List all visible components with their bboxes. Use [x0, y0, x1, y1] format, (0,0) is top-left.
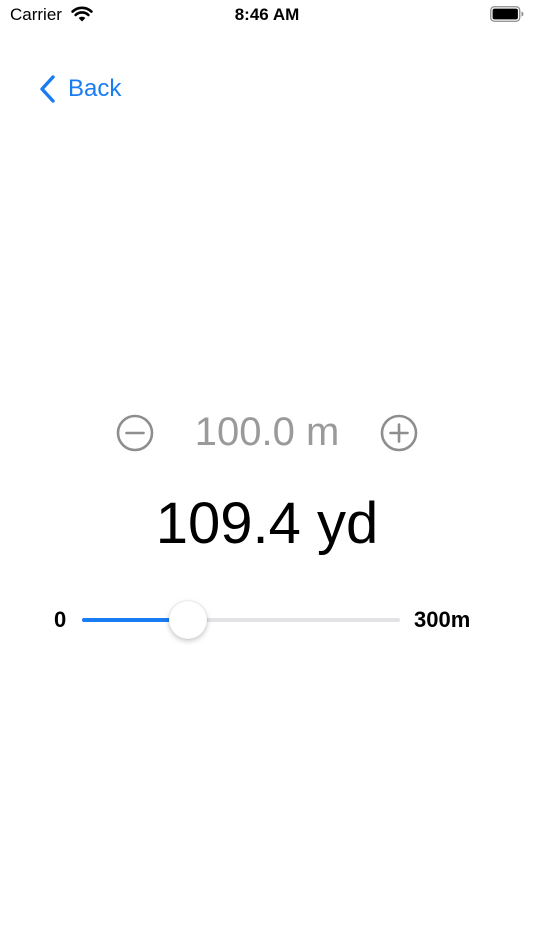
- back-button[interactable]: Back: [38, 72, 121, 106]
- slider-thumb[interactable]: [169, 601, 207, 639]
- yards-value: 109.4 yd: [155, 491, 379, 556]
- plus-circle-icon[interactable]: [379, 413, 419, 453]
- slider-max-label: 300m: [414, 607, 471, 632]
- back-label: Back: [68, 75, 122, 102]
- chevron-left-icon: [40, 75, 55, 103]
- distance-slider[interactable]: [82, 598, 400, 642]
- battery-icon: [490, 6, 524, 22]
- status-bar: Carrier 8:46 AM: [0, 0, 534, 30]
- slider-min-label: 0: [54, 607, 67, 632]
- meters-stepper: 100.0 m: [0, 408, 534, 458]
- meters-value: 100.0 m: [194, 410, 340, 454]
- status-time: 8:46 AM: [234, 5, 300, 24]
